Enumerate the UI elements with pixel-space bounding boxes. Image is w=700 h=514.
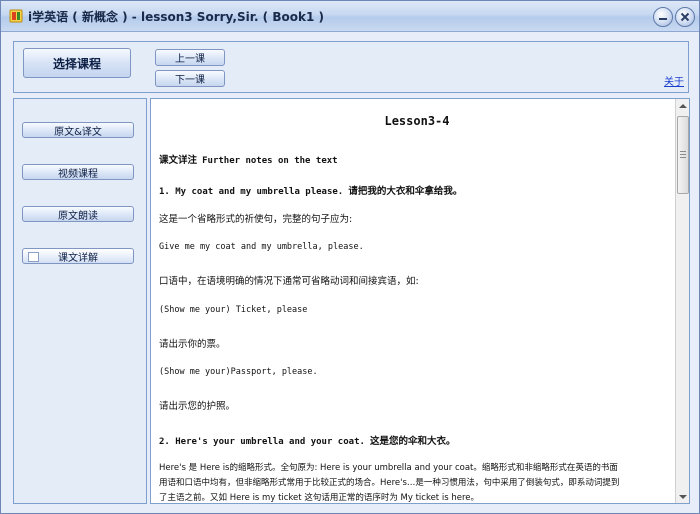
note-1-heading: 1. My coat and my umbrella please. 请把我的大… — [159, 186, 463, 197]
close-button[interactable] — [675, 7, 695, 27]
note-1-translation-2: 请出示你的票。 — [159, 339, 226, 350]
app-window: i学英语 ( 新概念 ) - lesson3 Sorry,Sir. ( Book… — [0, 0, 700, 514]
window-title: i学英语 ( 新概念 ) - lesson3 Sorry,Sir. ( Book… — [28, 10, 324, 24]
note-1-paragraph: 这是一个省略形式的祈使句，完整的句子应为: — [159, 214, 353, 225]
app-icon — [9, 8, 23, 23]
sidebar-item-text-translation[interactable]: 原文&译文 — [22, 122, 134, 138]
select-course-button[interactable]: 选择课程 — [23, 48, 131, 78]
prev-lesson-button[interactable]: 上一课 — [155, 49, 225, 66]
lesson-title: Lesson3-4 — [384, 114, 450, 128]
scroll-up-button[interactable] — [676, 99, 689, 112]
note-1-example-3: (Show me your)Passport, please. — [159, 367, 318, 377]
minimize-icon — [659, 18, 667, 20]
arrow-down-icon — [678, 494, 687, 499]
title-bar[interactable]: i学英语 ( 新概念 ) - lesson3 Sorry,Sir. ( Book… — [1, 1, 699, 32]
selected-indicator-icon — [28, 252, 39, 262]
sidebar-item-text-reading[interactable]: 原文朗读 — [22, 206, 134, 222]
minimize-button[interactable] — [653, 7, 673, 27]
note-1-example-2: (Show me your) Ticket, please — [159, 305, 308, 315]
arrow-up-icon — [678, 103, 687, 108]
note-1-translation-3: 请出示您的护照。 — [159, 401, 236, 412]
note-2-heading: 2. Here's your umbrella and your coat. 这… — [159, 436, 456, 447]
scroll-thumb[interactable] — [677, 116, 689, 194]
scroll-down-button[interactable] — [676, 490, 689, 503]
sidebar-item-video-course[interactable]: 视频课程 — [22, 164, 134, 180]
sidebar-item-text-explanation[interactable]: 课文详解 — [22, 248, 134, 264]
toolbar: 选择课程 上一课 下一课 关于 — [13, 41, 689, 93]
note-1-paragraph-2: 口语中，在语境明确的情况下通常可省略动词和间接宾语，如: — [159, 276, 419, 287]
content-panel[interactable]: Lesson3-4 课文详注 Further notes on the text… — [150, 98, 690, 504]
about-link[interactable]: 关于 — [664, 73, 684, 88]
vertical-scrollbar[interactable] — [675, 99, 689, 503]
note-2-paragraph-line-1: Here's 是 Here is的缩略形式。全句原为: Here is your… — [159, 463, 618, 473]
sidebar-item-label: 课文详解 — [58, 252, 98, 264]
note-1-example: Give me my coat and my umbrella, please. — [159, 242, 364, 252]
sidebar: 原文&译文 视频课程 原文朗读 课文详解 — [13, 98, 147, 504]
section-heading: 课文详注 Further notes on the text — [159, 155, 338, 166]
close-icon — [680, 12, 690, 22]
note-2-paragraph-line-3: 了主语之前。又如 Here is my ticket 这句话用正常的语序时为 M… — [159, 493, 479, 503]
next-lesson-button[interactable]: 下一课 — [155, 70, 225, 87]
note-2-paragraph-line-2: 用语和口语中均有，但非缩略形式常用于比较正式的场合。Here's…是一种习惯用法… — [159, 478, 620, 488]
